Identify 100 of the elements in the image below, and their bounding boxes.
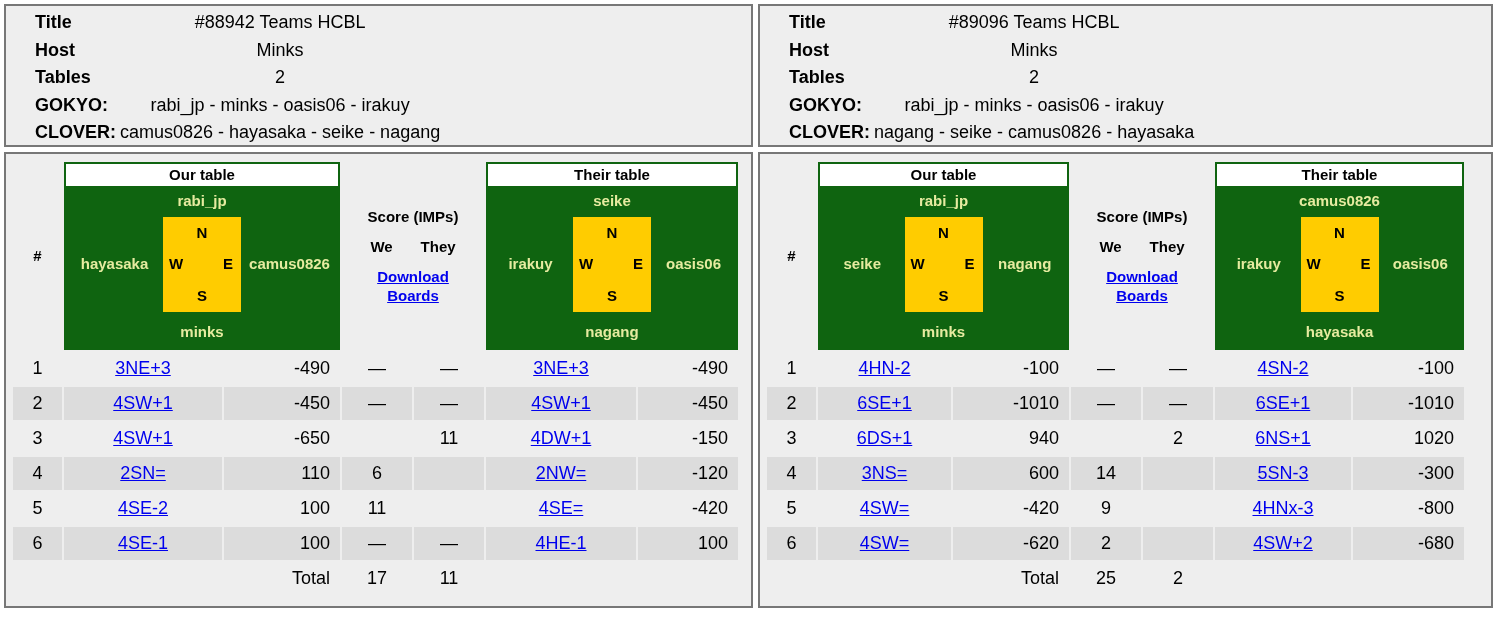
compass-label: E — [1360, 254, 1371, 275]
board-number: 6 — [786, 533, 797, 553]
score-cell: -680 — [1417, 533, 1454, 553]
board-number: 3 — [786, 428, 797, 448]
table-caption: Their table — [1217, 164, 1462, 186]
download-link[interactable]: Download Boards — [1102, 267, 1182, 305]
team-players: camus0826 - hayasaka - seike - nagang — [120, 121, 441, 144]
table-caption: Our table — [820, 164, 1067, 186]
contract-link[interactable]: 4HNx-3 — [1252, 498, 1314, 518]
compass-label: W — [578, 254, 594, 275]
compass-label: E — [633, 254, 643, 275]
contract-link[interactable]: 6DS+1 — [856, 428, 913, 448]
board-number: 1 — [786, 358, 797, 378]
player-name: camus0826 — [248, 254, 331, 275]
player-name: rabi_jp — [918, 191, 969, 211]
info-label: Host — [35, 38, 76, 62]
column-header: Score (IMPs) — [367, 207, 459, 227]
contract-link[interactable]: 3NE+3 — [115, 358, 171, 378]
score-cell: -300 — [1417, 463, 1454, 483]
player-name: rabi_jp — [177, 191, 227, 211]
total-value: 25 — [1096, 568, 1116, 588]
board-number: 6 — [32, 533, 43, 553]
board-number: 2 — [786, 393, 797, 413]
compass-label: E — [964, 254, 975, 275]
contract-link[interactable]: 4SW+1 — [113, 428, 173, 448]
total-label: Total — [291, 568, 330, 588]
table-caption: Their table — [488, 164, 736, 186]
imp-cell: — — [1097, 358, 1115, 378]
info-label: Tables — [789, 66, 846, 89]
imp-cell: 2 — [1173, 428, 1183, 448]
score-cell: -1010 — [1407, 393, 1454, 413]
contract-link[interactable]: 4SN-2 — [1257, 358, 1309, 378]
imp-cell: 11 — [439, 428, 459, 448]
compass-label: N — [196, 222, 208, 243]
total-value: 11 — [439, 568, 459, 588]
compass-label: N — [1334, 222, 1345, 243]
contract-link[interactable]: 4SE-2 — [118, 498, 168, 518]
compass-label: E — [223, 254, 233, 275]
score-cell: -1010 — [1012, 393, 1059, 413]
info-value: 2 — [274, 66, 287, 89]
board-number: 4 — [786, 463, 797, 483]
info-value: Minks — [255, 38, 305, 62]
total-value: 2 — [1173, 568, 1183, 588]
imp-cell: — — [440, 393, 458, 413]
board-number: 2 — [32, 393, 43, 413]
contract-link[interactable]: 4SW= — [859, 498, 910, 518]
column-header: Score (IMPs) — [1096, 207, 1188, 227]
team-name: GOKYO: — [35, 93, 109, 117]
compass-label: W — [168, 254, 184, 275]
info-label: Title — [35, 11, 73, 34]
team-players: rabi_jp - minks - oasis06 - irakuy — [149, 93, 411, 118]
total-value: 17 — [367, 568, 387, 588]
score-cell: 100 — [299, 533, 330, 553]
compass-label: N — [938, 222, 949, 243]
score-cell: -450 — [691, 393, 728, 413]
compass-label: S — [197, 285, 207, 306]
score-cell: 940 — [1028, 428, 1059, 448]
player-name: hayasaka — [1305, 322, 1374, 342]
table-caption: Our table — [66, 164, 338, 186]
player-name: minks — [180, 322, 224, 342]
team-players: rabi_jp - minks - oasis06 - irakuy — [903, 93, 1165, 118]
column-header: We — [1099, 237, 1122, 257]
score-cell: -420 — [1022, 498, 1059, 518]
imp-cell: — — [1169, 393, 1187, 413]
compass-label: S — [938, 285, 949, 306]
contract-link[interactable]: 3NE+3 — [533, 358, 589, 378]
contract-link[interactable]: 2SN= — [120, 463, 166, 483]
contract-link[interactable]: 4SE-1 — [118, 533, 168, 553]
compass-label: W — [910, 254, 925, 275]
contract-link[interactable]: 6NS+1 — [1255, 428, 1311, 448]
imp-cell: — — [368, 393, 386, 413]
score-cell: -450 — [293, 393, 330, 413]
board-number: 5 — [786, 498, 797, 518]
player-name: nagang — [997, 254, 1053, 275]
info-label: Tables — [35, 66, 92, 89]
imp-cell: — — [440, 533, 458, 553]
contract-link[interactable]: 4DW+1 — [530, 428, 592, 448]
player-name: minks — [921, 322, 966, 342]
player-name: irakuy — [1235, 254, 1282, 275]
score-cell: 100 — [697, 533, 728, 553]
imp-cell: 11 — [367, 498, 387, 518]
score-cell: 600 — [1028, 463, 1059, 483]
score-cell: -120 — [691, 463, 728, 483]
imp-cell: — — [1169, 358, 1187, 378]
team-name: GOKYO: — [789, 93, 863, 117]
contract-link[interactable]: 4HN-2 — [858, 358, 911, 378]
column-header: # — [786, 245, 797, 266]
compass-label: N — [606, 222, 618, 243]
info-value: #88942 Teams HCBL — [193, 11, 367, 34]
contract-link[interactable]: 4SE= — [538, 498, 584, 518]
score-cell: -100 — [1022, 358, 1059, 378]
download-link[interactable]: Download Boards — [373, 267, 453, 305]
score-cell: 110 — [301, 463, 330, 483]
score-cell: 100 — [299, 498, 330, 518]
column-header: We — [370, 237, 393, 257]
player-name: oasis06 — [664, 254, 722, 275]
info-label: Host — [789, 38, 830, 62]
score-cell: -420 — [691, 498, 728, 518]
player-name: nagang — [585, 322, 639, 342]
player-name: seike — [593, 191, 631, 211]
